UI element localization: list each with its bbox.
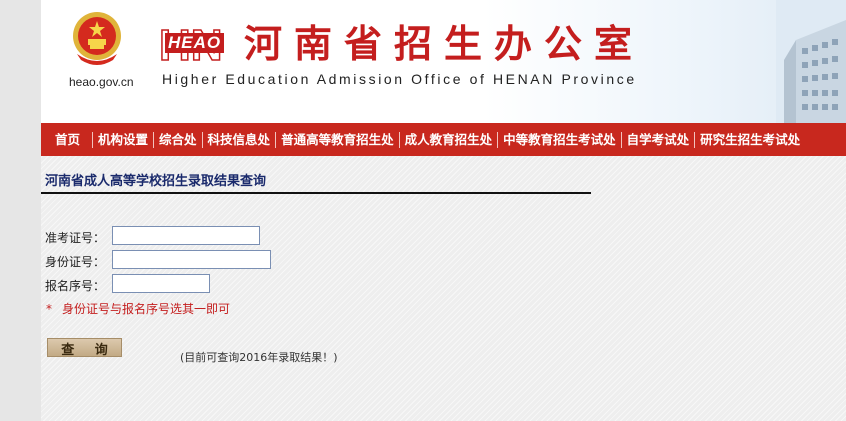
id-number-label: 身份证号： — [45, 255, 106, 269]
id-number-input[interactable] — [112, 250, 271, 269]
national-emblem-icon — [73, 12, 121, 65]
nav-item-self-study-exam[interactable]: 自学考试处 — [622, 131, 696, 148]
required-asterisk: * — [46, 302, 52, 316]
heao-logo-text: HEAO — [165, 33, 225, 53]
form-note: * 身份证号与报名序号选其一即可 — [46, 300, 230, 317]
nav-item-graduate-exam[interactable]: 研究生招生考试处 — [695, 132, 805, 148]
main-nav-bar: 首页 机构设置 综合处 科技信息处 普通高等教育招生处 成人教育招生处 中等教育… — [41, 123, 846, 156]
registration-number-label: 报名序号： — [45, 279, 106, 293]
left-margin-strip — [0, 0, 41, 421]
site-domain: heao.gov.cn — [69, 75, 134, 89]
query-hint: (目前可查询2016年录取结果！) — [180, 351, 338, 364]
nav-item-higher-education[interactable]: 普通高等教育招生处 — [276, 131, 400, 148]
page-title: 河南省成人高等学校招生录取结果查询 — [45, 174, 267, 189]
registration-number-input[interactable] — [112, 274, 210, 293]
title-divider — [41, 192, 591, 194]
query-button[interactable]: 查 询 — [47, 338, 122, 358]
nav-item-tech-info[interactable]: 科技信息处 — [203, 131, 277, 148]
nav-item-general-office[interactable]: 综合处 — [154, 131, 203, 148]
nav-item-home[interactable]: 首页 — [41, 131, 94, 148]
office-title-chinese: 河南省招生办公室 — [244, 22, 645, 66]
office-title-english: Higher Education Admission Office of HEN… — [162, 71, 637, 87]
exam-number-input[interactable] — [112, 226, 260, 245]
site-header: heao.gov.cn HN HEAO 河南省招生办公室 Higher Educ… — [41, 0, 846, 123]
office-building-image — [776, 0, 846, 123]
form-note-text: 身份证号与报名序号选其一即可 — [62, 302, 231, 316]
nav-item-adult-education[interactable]: 成人教育招生处 — [400, 131, 499, 148]
exam-number-label: 准考证号： — [45, 231, 106, 245]
nav-item-organization[interactable]: 机构设置 — [93, 131, 155, 148]
nav-item-secondary-education[interactable]: 中等教育招生考试处 — [498, 131, 622, 148]
